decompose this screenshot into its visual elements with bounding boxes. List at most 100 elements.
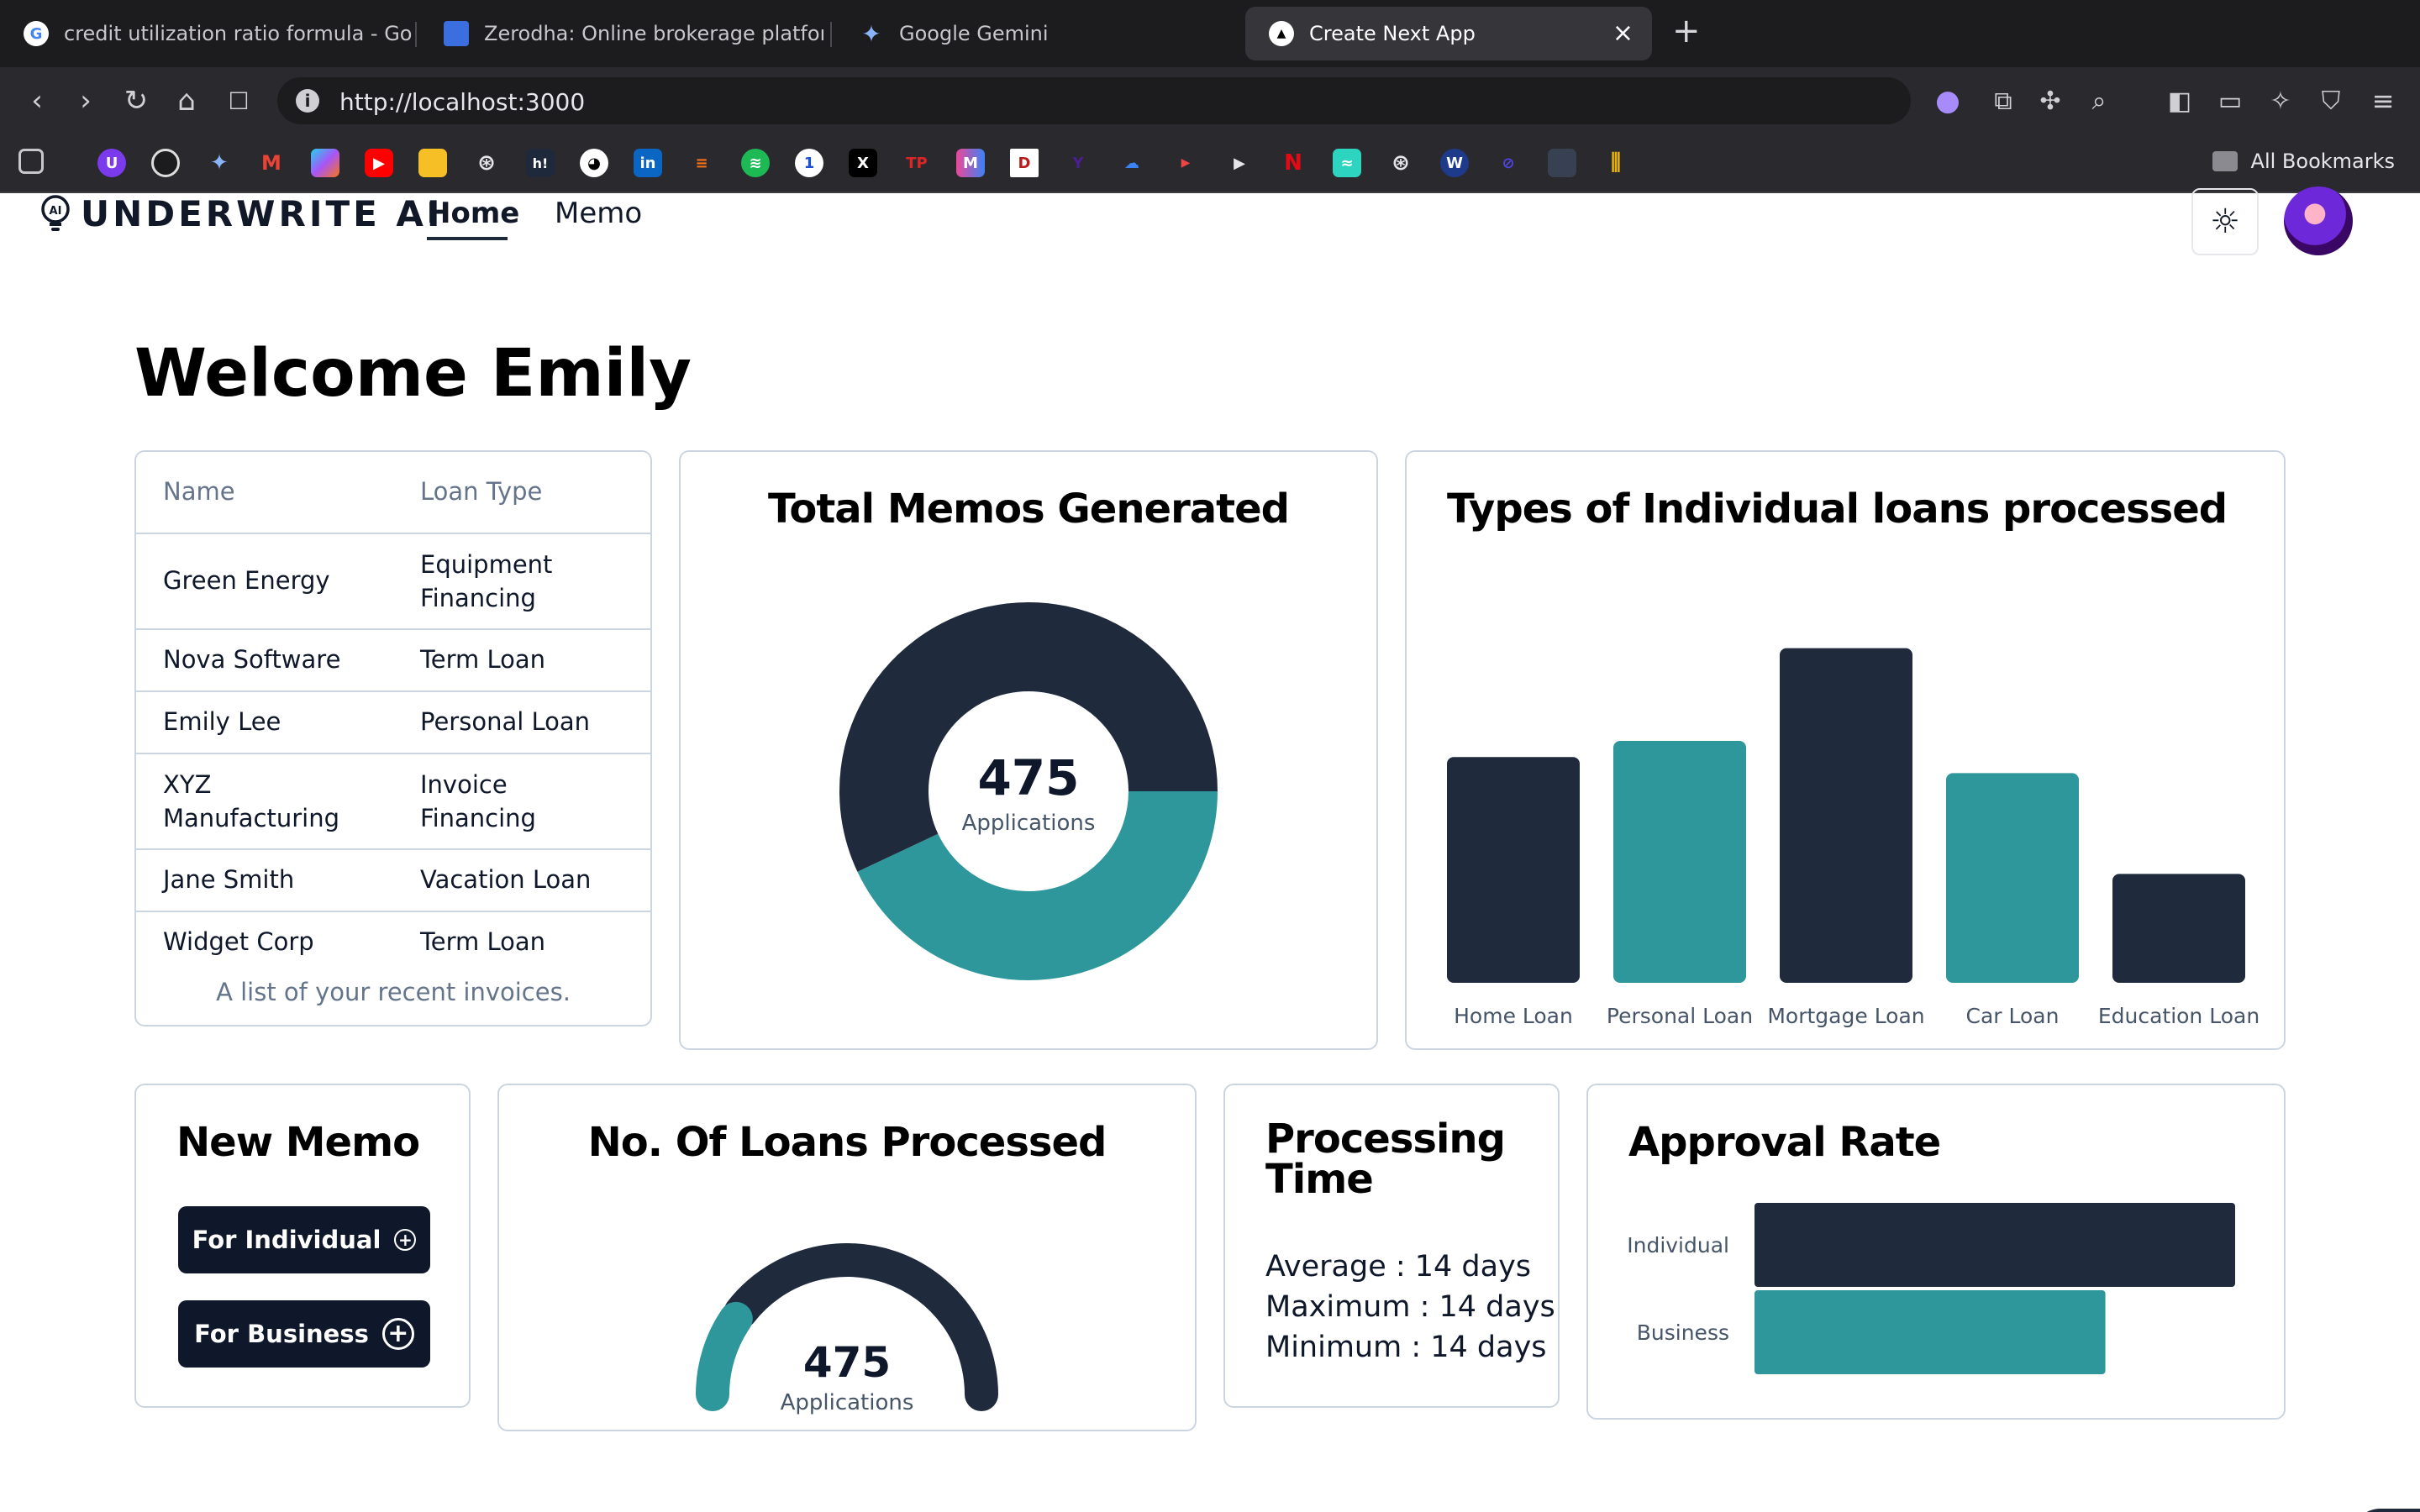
nextjs-icon: ▲	[1269, 21, 1294, 46]
tab-google-search[interactable]: G credit utilization ratio formula - Go	[0, 7, 412, 60]
bookmark-speed-icon[interactable]	[151, 149, 180, 177]
bookmark-netflix-icon[interactable]: N	[1279, 149, 1307, 177]
bookmark-openai-2-icon[interactable]: ⊛	[1386, 149, 1415, 177]
tab-title: Zerodha: Online brokerage platform	[484, 22, 823, 45]
leo-ai-icon[interactable]: ✧	[2262, 82, 2299, 119]
recent-invoices-table: Name Loan Type Green Energy Equipment Fi…	[134, 450, 652, 1026]
app-page: AI UNDERWRITE AI Home Memo ☼ Welcome Emi…	[0, 186, 2420, 1512]
bookmark-docs-icon[interactable]: ≈	[1333, 149, 1361, 177]
table-header-row: Name Loan Type	[136, 452, 650, 533]
all-bookmarks-button[interactable]: All Bookmarks	[2212, 150, 2395, 173]
wallet-icon[interactable]: ▭	[2212, 82, 2249, 119]
forward-icon[interactable]: ›	[67, 82, 104, 119]
for-business-button[interactable]: For Business +	[178, 1300, 430, 1368]
table-row[interactable]: XYZ Manufacturing Invoice Financing	[136, 753, 650, 848]
bar-home-loan[interactable]	[1447, 757, 1580, 983]
bookmark-openai-icon[interactable]: ⊛	[472, 149, 501, 177]
lightbulb-ai-icon: AI	[41, 194, 70, 231]
bookmark-play-icon[interactable]: ▶	[1225, 149, 1254, 177]
approval-bar-individual[interactable]	[1754, 1203, 2235, 1287]
table-row[interactable]: Green Energy Equipment Financing	[136, 533, 650, 628]
bookmark-avatar-icon[interactable]	[1548, 149, 1576, 177]
bookmark-yahoo-icon[interactable]: Y	[1064, 149, 1092, 177]
bookmark-stackoverflow-icon[interactable]: ≡	[687, 149, 716, 177]
bookmark-x-icon[interactable]: X	[849, 149, 877, 177]
home-icon[interactable]: ⌂	[168, 82, 205, 119]
bookmark-hashnode-icon[interactable]: h!	[526, 149, 555, 177]
loan-types-bar-chart: Home Loan Personal Loan Mortgage Loan Car L…	[1447, 648, 2260, 1028]
user-avatar[interactable]	[2284, 186, 2353, 255]
vpn-shield-icon[interactable]: ⛉	[2312, 82, 2349, 119]
sidebar-toggle-icon[interactable]: ◧	[2161, 82, 2198, 119]
new-memo-title: New Memo	[176, 1119, 420, 1166]
loan-types-card: Types of Individual loans processed Home…	[1405, 450, 2286, 1050]
bookmark-spotify-icon[interactable]: ≋	[741, 149, 770, 177]
row-loan-type: Term Loan	[420, 645, 546, 674]
for-individual-button[interactable]: For Individual +	[178, 1206, 430, 1273]
extensions-puzzle-icon[interactable]: ✣	[2032, 82, 2069, 119]
row-name: Emily Lee	[163, 707, 281, 736]
bookmark-gmail-icon[interactable]: M	[257, 149, 286, 177]
bookmark-wordpress-icon[interactable]: W	[1440, 149, 1469, 177]
bookmark-github-icon[interactable]: ◕	[580, 149, 608, 177]
gauge-center-value: 475	[803, 1338, 891, 1387]
nav-home-link[interactable]: Home	[427, 197, 519, 230]
donut-center-label: Applications	[962, 811, 1096, 836]
bar-personal-loan[interactable]	[1613, 741, 1746, 983]
bookmark-u-icon[interactable]: U	[97, 149, 126, 177]
app-logo[interactable]: AI UNDERWRITE AI	[39, 193, 444, 234]
assistant-fab[interactable]	[2351, 1509, 2420, 1512]
row-loan-type: Equipment Financing	[420, 550, 553, 612]
bookmark-cloud-icon[interactable]: ☁	[1118, 149, 1146, 177]
new-tab-button[interactable]: +	[1672, 12, 1701, 50]
table-row[interactable]: Nova Software Term Loan	[136, 628, 650, 690]
bookmark-miro-icon[interactable]: M	[956, 149, 985, 177]
close-tab-icon[interactable]: ×	[1612, 18, 1634, 48]
logo-text: UNDERWRITE AI	[81, 193, 444, 234]
all-bookmarks-label: All Bookmarks	[2250, 150, 2395, 173]
table-row[interactable]: Emily Lee Personal Loan	[136, 690, 650, 753]
bar-education-loan[interactable]	[2112, 874, 2245, 983]
theme-toggle-button[interactable]: ☼	[2191, 188, 2259, 255]
bookmark-copilot-icon[interactable]	[311, 149, 339, 177]
bookmark-youtube-icon[interactable]: ▶	[365, 149, 393, 177]
reload-icon[interactable]: ↻	[118, 82, 155, 119]
bar-mortgage-loan[interactable]	[1780, 648, 1912, 983]
processing-time-card: Processing Time Average : 14 days Maximu…	[1223, 1084, 1560, 1408]
tab-gemini[interactable]: ✦ Google Gemini	[835, 7, 1230, 60]
menu-icon[interactable]: ≡	[2365, 82, 2402, 119]
nav-memo-link[interactable]: Memo	[555, 197, 642, 230]
bookmark-icon[interactable]: ☐	[220, 82, 257, 119]
new-memo-card: New Memo For Individual + For Business +	[134, 1084, 471, 1408]
bookmark-link-icon[interactable]: ⊘	[1494, 149, 1523, 177]
average-time: Average : 14 days	[1265, 1250, 1532, 1284]
extension-translate-icon[interactable]: ⧉	[1985, 82, 2022, 119]
apps-grid-icon[interactable]	[18, 149, 44, 174]
back-icon[interactable]: ‹	[18, 82, 55, 119]
tab-create-next-app[interactable]: ▲ Create Next App ×	[1245, 7, 1652, 60]
bookmark-1password-icon[interactable]: 1	[795, 149, 823, 177]
table-row[interactable]: Widget Corp Term Loan	[136, 911, 650, 973]
bookmark-chart-icon[interactable]: ⫼	[1602, 149, 1630, 177]
folder-icon	[2212, 151, 2238, 171]
approval-rate-chart: Individual Business	[1627, 1203, 2235, 1374]
bookmark-linkedin-icon[interactable]: in	[634, 149, 662, 177]
approval-bar-business[interactable]	[1754, 1290, 2106, 1374]
extension-search-icon[interactable]: ⌕	[2081, 82, 2118, 119]
bar-car-loan[interactable]	[1946, 773, 2079, 983]
google-icon: G	[24, 21, 49, 46]
gauge-segment-0[interactable]	[696, 1301, 753, 1411]
tab-zerodha[interactable]: Zerodha: Online brokerage platform	[420, 7, 823, 60]
bookmark-photos-icon[interactable]	[418, 149, 447, 177]
column-header-loan-type: Loan Type	[420, 477, 543, 506]
bookmark-tp-icon[interactable]: TP	[902, 149, 931, 177]
bookmark-youtube-small-icon[interactable]: ▶	[1171, 149, 1200, 177]
extension-brain-icon[interactable]: ●	[1929, 82, 1966, 119]
tab-title: credit utilization ratio formula - Go	[64, 22, 412, 45]
site-info-icon[interactable]: i	[296, 89, 319, 113]
address-bar[interactable]: i http://localhost:3000	[277, 77, 1911, 124]
bookmark-d-icon[interactable]: D	[1010, 149, 1039, 177]
for-business-label: For Business	[194, 1320, 369, 1348]
bookmark-gemini-icon[interactable]: ✦	[205, 149, 234, 177]
table-row[interactable]: Jane Smith Vacation Loan	[136, 848, 650, 911]
